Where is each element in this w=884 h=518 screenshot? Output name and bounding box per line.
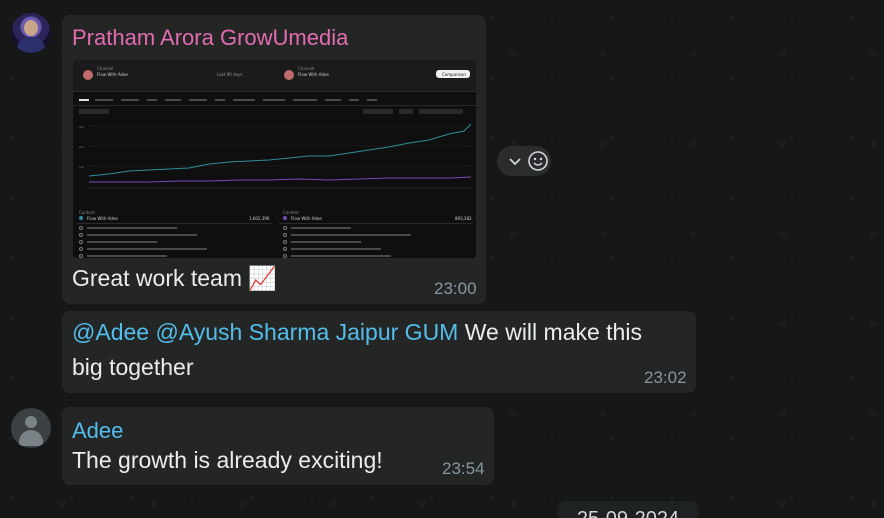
thumb-tabs: [73, 94, 476, 106]
message-text: The growth is already exciting!: [72, 447, 383, 473]
svg-text:30K: 30K: [79, 125, 84, 129]
message-text: Great work team 📈: [72, 265, 278, 291]
message-bubble[interactable]: Pratham Arora GrowUmedia Channel Flow Wi…: [62, 15, 486, 304]
default-avatar-icon[interactable]: [11, 408, 51, 448]
chart-increasing-emoji: 📈: [248, 265, 278, 291]
message-text-line2: big together: [72, 354, 194, 380]
thumb-line-chart: 30K 20K 10K: [79, 123, 471, 189]
message-time: 23:54: [442, 459, 485, 478]
image-attachment[interactable]: Channel Flow With Adee Last 90 days Chan…: [73, 60, 476, 258]
sender-name[interactable]: Pratham Arora GrowUmedia: [72, 25, 348, 51]
date-separator: 25-09-2024: [558, 501, 698, 518]
message-time: 23:02: [644, 368, 687, 387]
message-time: 23:00: [434, 279, 477, 298]
thumb-table: Content Content Flow With Adee 1,602,396…: [73, 210, 476, 258]
sender-name[interactable]: Adee: [72, 418, 123, 444]
chevron-down-icon[interactable]: [507, 153, 523, 169]
mention[interactable]: @Adee: [72, 319, 149, 345]
message-bubble[interactable]: Adee The growth is already exciting! 23:…: [62, 407, 494, 485]
svg-text:10K: 10K: [79, 165, 84, 169]
message-text: @Adee @Ayush Sharma Jaipur GUM We will m…: [72, 319, 642, 345]
thumb-header: Channel Flow With Adee Last 90 days Chan…: [73, 60, 476, 92]
message-actions: [497, 146, 551, 176]
sender-avatar[interactable]: [11, 13, 51, 53]
svg-text:20K: 20K: [79, 145, 84, 149]
message-bubble[interactable]: @Adee @Ayush Sharma Jaipur GUM We will m…: [62, 311, 696, 393]
smiley-icon[interactable]: [527, 150, 549, 172]
mention[interactable]: @Ayush Sharma Jaipur GUM: [155, 319, 458, 345]
